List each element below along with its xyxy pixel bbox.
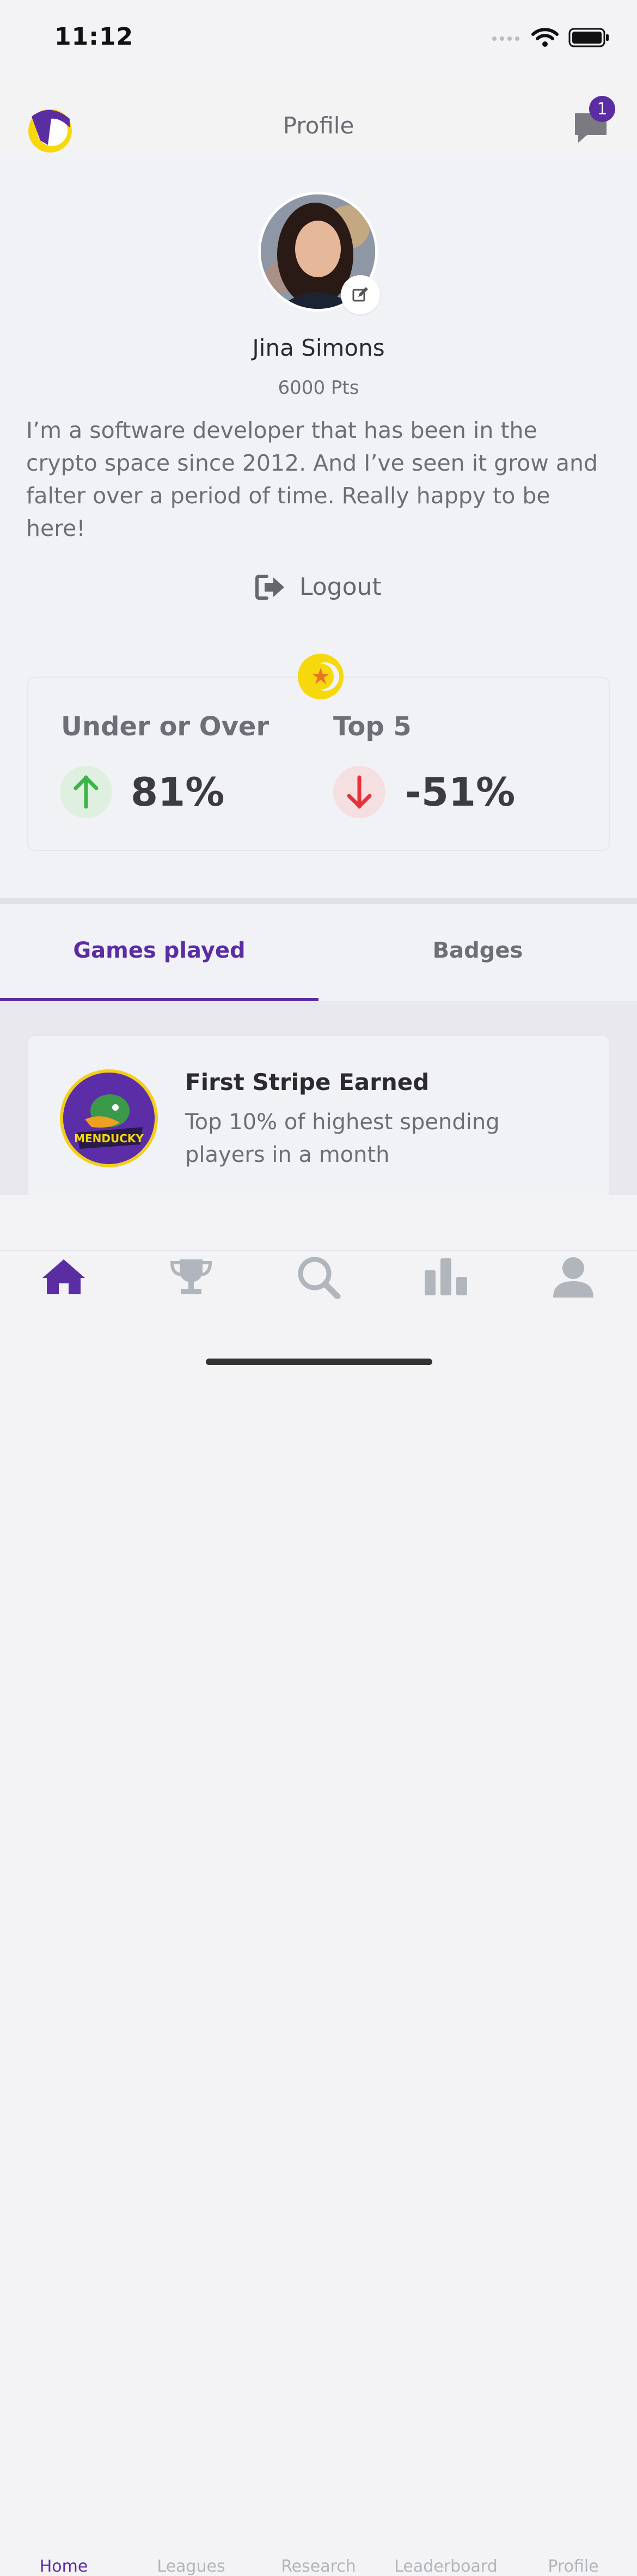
- nav-leagues[interactable]: Leagues: [127, 1253, 255, 2576]
- edit-avatar-button[interactable]: [341, 275, 380, 314]
- wifi-icon: [531, 28, 559, 47]
- nav-leagues-label: Leagues: [157, 2557, 225, 2576]
- badge-logo-text: MENDUCKY: [74, 1132, 144, 1145]
- page-title: Profile: [283, 112, 354, 139]
- arrow-down-icon: [347, 775, 372, 809]
- game-title: First Stripe Earned: [185, 1069, 430, 1095]
- user-bio: I’m a software developer that has been i…: [26, 417, 598, 541]
- search-icon: [298, 1257, 341, 1300]
- nav-home-label: Home: [39, 2557, 88, 2576]
- user-name: Jina Simons: [252, 334, 385, 361]
- tab-badges[interactable]: Badges: [318, 938, 637, 963]
- user-icon: [553, 1257, 593, 1298]
- trend-down-badge: [333, 766, 385, 818]
- logout-icon: [255, 574, 284, 600]
- nav-profile-label: Profile: [548, 2557, 599, 2576]
- signal-icon: [492, 36, 519, 41]
- stat-value-top5: -51%: [405, 769, 516, 815]
- status-time: 11:12: [54, 23, 134, 51]
- logout-button[interactable]: Logout: [255, 573, 382, 601]
- game-badge-image: MENDUCKY: [60, 1069, 158, 1167]
- nav-profile[interactable]: Profile: [510, 1253, 637, 2576]
- battery-icon: [568, 28, 609, 47]
- status-icons: [491, 27, 610, 48]
- edit-icon: [352, 287, 368, 302]
- nav-research-label: Research: [281, 2557, 356, 2576]
- notification-badge: 1: [589, 96, 615, 122]
- stat-value-under-over: 81%: [131, 769, 225, 815]
- coin-icon: [298, 654, 344, 699]
- nav-leaderboard-label: Leaderboard: [394, 2557, 498, 2576]
- stat-label-top5: Top 5: [333, 711, 412, 742]
- home-icon: [42, 1259, 85, 1294]
- nav-home[interactable]: Home: [0, 1253, 127, 2576]
- game-description: Top 10% of highest spending players in a…: [185, 1110, 500, 1167]
- arrow-up-icon: [74, 775, 99, 809]
- section-divider: [0, 898, 637, 904]
- logout-label: Logout: [299, 573, 382, 601]
- nav-research[interactable]: Research: [255, 1253, 382, 2576]
- nav-leaderboard[interactable]: Leaderboard: [382, 1253, 510, 2576]
- stat-label-under-over: Under or Over: [61, 711, 270, 742]
- stats-card: [27, 677, 610, 851]
- trend-up-badge: [60, 766, 112, 818]
- tab-games-played[interactable]: Games played: [0, 938, 318, 963]
- user-points: 6000 Pts: [278, 377, 359, 399]
- home-indicator: [206, 1359, 432, 1365]
- trophy-icon: [170, 1259, 212, 1294]
- bar-chart-icon: [425, 1258, 467, 1295]
